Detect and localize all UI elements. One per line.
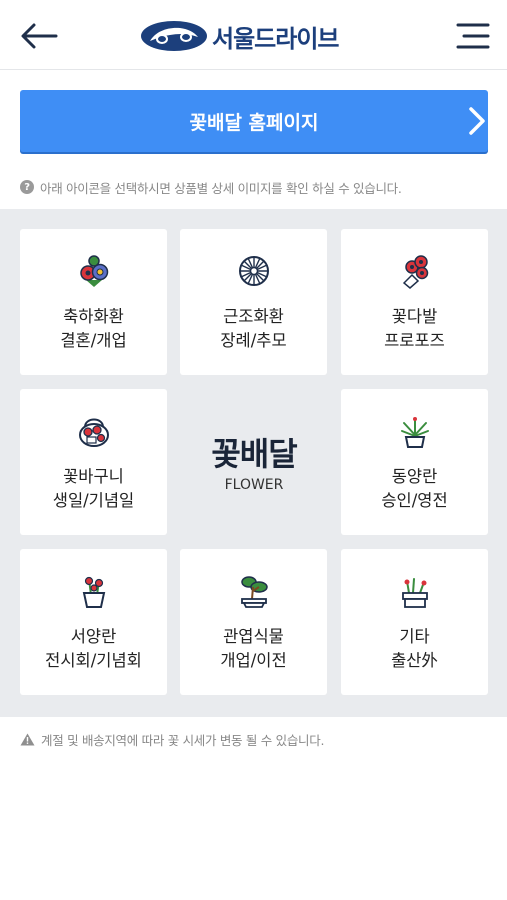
gift-plant-icon	[402, 578, 428, 608]
category-label: 기타	[399, 627, 430, 646]
category-label: 동양란	[391, 467, 438, 486]
category-label: 축하화환	[63, 307, 124, 326]
flower-homepage-label: 꽃배달 홈페이지	[189, 112, 319, 134]
orchid-pot-icon	[401, 417, 429, 448]
category-label: 꽃다발	[391, 307, 438, 326]
warning-triangle-icon	[20, 733, 35, 745]
logo-car-icon	[141, 21, 207, 51]
info-notice: ? 아래 아이콘을 선택하시면 상품별 상세 이미지를 확인 하실 수 있습니다…	[20, 177, 402, 197]
category-sublabel: 출산外	[391, 651, 438, 670]
category-label: 관엽식물	[223, 627, 284, 646]
back-button[interactable]	[18, 20, 60, 52]
category-bouquet[interactable]: 꽃다발 프로포즈	[341, 229, 488, 375]
bonsai-icon	[241, 576, 268, 608]
category-etc[interactable]: 기타 출산外	[341, 549, 488, 695]
category-sublabel: 승인/영전	[381, 491, 448, 510]
app-logo: 서울드라이브	[140, 16, 339, 56]
category-label: 꽃바구니	[63, 467, 124, 486]
chrysanthemum-icon	[239, 256, 269, 286]
category-congratulation-wreath[interactable]: 축하화환 결혼/개업	[20, 229, 167, 375]
category-condolence-wreath[interactable]: 근조화환 장례/추모	[180, 229, 327, 375]
category-western-orchid[interactable]: 서양란 전시회/기념회	[20, 549, 167, 695]
question-icon: ?	[20, 180, 34, 194]
category-sublabel: 장례/추모	[220, 331, 287, 350]
category-label: 근조화환	[223, 307, 284, 326]
category-flower-basket[interactable]: 꽃바구니 생일/기념일	[20, 389, 167, 535]
flower-basket-icon	[79, 418, 109, 447]
price-warning: 계절 및 배송지역에 따라 꽃 시세가 변동 될 수 있습니다.	[20, 729, 324, 749]
arrow-left-icon	[21, 23, 58, 49]
menu-button[interactable]	[452, 20, 492, 52]
price-warning-text: 계절 및 배송지역에 따라 꽃 시세가 변동 될 수 있습니다.	[41, 732, 325, 748]
center-subtitle: FLOWER	[224, 477, 284, 493]
category-sublabel: 프로포즈	[384, 331, 445, 350]
flower-delivery-center: 꽃배달 FLOWER	[180, 389, 328, 535]
flower-wreath-icon	[80, 255, 109, 287]
category-sublabel: 결혼/개업	[60, 331, 127, 350]
category-label: 서양란	[70, 627, 117, 646]
category-foliage-plant[interactable]: 관엽식물 개업/이전	[180, 549, 327, 695]
category-sublabel: 전시회/기념회	[45, 651, 142, 670]
category-oriental-orchid[interactable]: 동양란 승인/영전	[341, 389, 488, 535]
info-notice-text: 아래 아이콘을 선택하시면 상품별 상세 이미지를 확인 하실 수 있습니다.	[40, 180, 402, 196]
bouquet-icon	[402, 255, 429, 289]
hamburger-menu-icon	[456, 23, 490, 49]
center-title: 꽃배달	[211, 435, 297, 473]
category-sublabel: 개업/이전	[220, 651, 287, 670]
app-header: 서울드라이브	[0, 0, 507, 70]
flower-homepage-button[interactable]: 꽃배달 홈페이지	[20, 90, 488, 152]
chevron-right-icon	[469, 107, 485, 135]
category-sublabel: 생일/기념일	[52, 491, 135, 510]
western-orchid-icon	[82, 576, 106, 608]
logo-text: 서울드라이브	[212, 24, 339, 53]
